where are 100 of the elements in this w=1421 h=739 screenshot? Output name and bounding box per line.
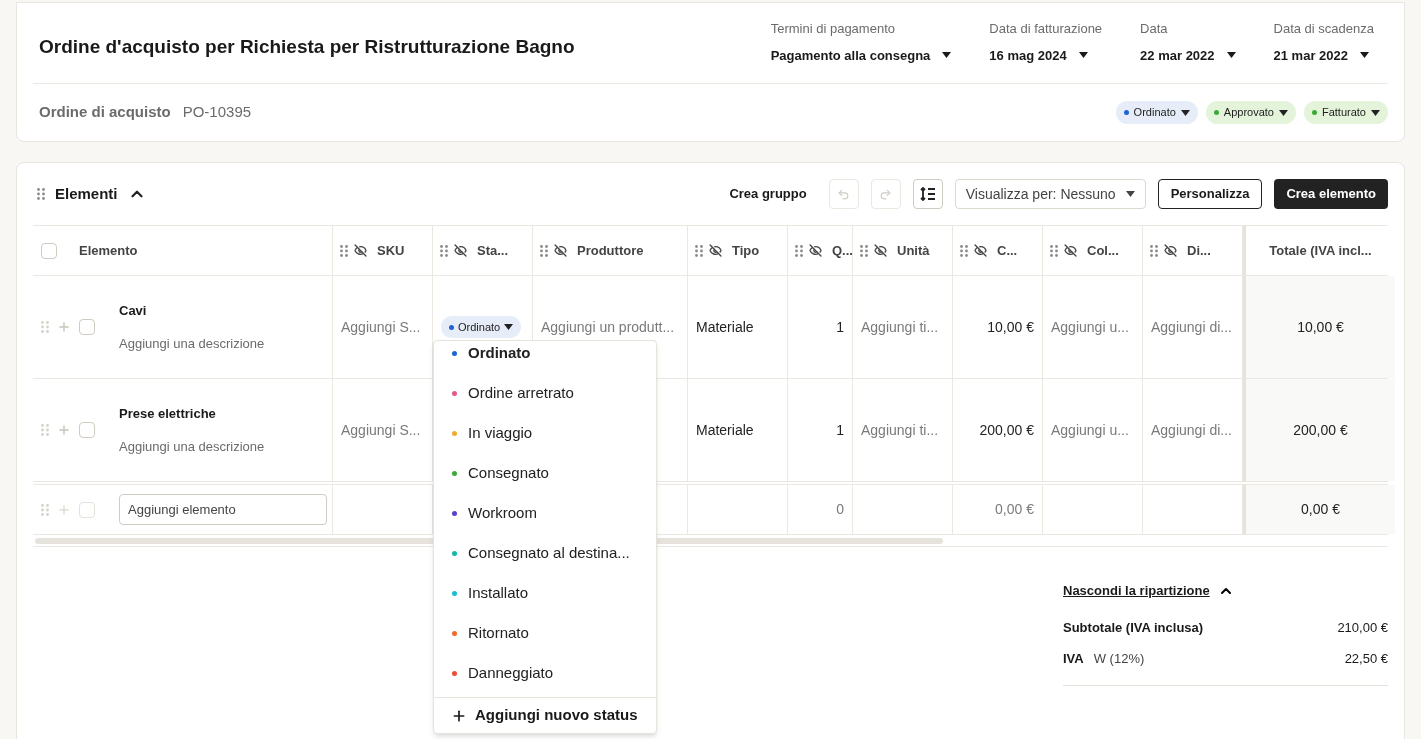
table-cell-text: 0 <box>836 500 844 519</box>
field-label: Termini di pagamento <box>770 20 896 38</box>
redo-icon <box>879 187 893 201</box>
status-badge[interactable]: Ordinato <box>441 316 522 338</box>
status-badge[interactable]: Fatturato <box>1303 101 1388 124</box>
item-name: Cavi <box>119 302 148 320</box>
status-option[interactable]: Danneggiato <box>434 653 656 693</box>
drag-handle-icon[interactable] <box>41 424 49 436</box>
drag-handle-icon[interactable] <box>440 244 448 257</box>
caret-icon <box>1125 191 1135 197</box>
drag-handle-icon[interactable] <box>695 244 703 257</box>
table-cell-text: 200,00 € <box>1293 420 1348 440</box>
status-option[interactable]: Consegnato <box>434 453 656 493</box>
status-option[interactable]: Ordine arretrato <box>434 373 656 413</box>
checkbox[interactable] <box>79 422 95 438</box>
status-option[interactable]: Workroom <box>434 493 656 533</box>
caret-icon <box>1278 109 1288 116</box>
field-dropdown[interactable]: Pagamento alla consegna <box>770 45 952 65</box>
drag-handle-icon[interactable] <box>960 244 968 257</box>
drag-handle-icon[interactable] <box>860 244 868 257</box>
status-option[interactable]: Consegnato al destina... <box>434 533 656 573</box>
hidden-eye-icon[interactable] <box>354 244 367 257</box>
caret-icon <box>1226 52 1236 59</box>
create-item-button[interactable]: Crea elemento <box>1274 179 1388 209</box>
hidden-eye-icon[interactable] <box>809 244 822 257</box>
item-description[interactable]: Aggiungi una descrizione <box>119 436 265 456</box>
table-cell-text: 0,00 € <box>995 500 1034 519</box>
order-number: PO-10395 <box>182 102 252 123</box>
row-height-button[interactable] <box>912 179 943 209</box>
hidden-eye-icon[interactable] <box>1064 244 1077 257</box>
table-cell-text: Aggiungi S... <box>341 317 421 337</box>
table-cell-text: Aggiungi u... <box>1051 317 1129 337</box>
column-header[interactable]: SKU <box>377 240 405 261</box>
caret-icon <box>942 52 952 59</box>
status-option[interactable]: Ordinato <box>434 341 656 373</box>
checkbox[interactable] <box>79 319 95 335</box>
drag-handle-icon[interactable] <box>1150 244 1158 257</box>
column-header[interactable]: Totale (IVA incl... <box>1269 240 1372 261</box>
status-option[interactable]: Ritornato <box>434 613 656 653</box>
status-badge[interactable]: Ordinato <box>1115 101 1198 124</box>
drag-handle-icon[interactable] <box>41 503 49 516</box>
hidden-eye-icon[interactable] <box>974 244 987 257</box>
table-cell-text: 1 <box>836 317 844 337</box>
column-header[interactable]: Col... <box>1087 240 1119 261</box>
row-height-icon <box>919 187 936 201</box>
column-header[interactable]: Unità <box>897 240 930 261</box>
hidden-eye-icon[interactable] <box>1164 244 1177 257</box>
status-badge[interactable]: Approvato <box>1205 101 1296 124</box>
column-header[interactable]: Tipo <box>732 240 760 261</box>
summary-label: IVA <box>1063 650 1084 668</box>
column-header[interactable]: Di... <box>1187 240 1211 261</box>
table-cell-text: 1 <box>836 420 844 440</box>
summary-value: 22,50 € <box>1344 650 1388 668</box>
drag-handle-icon[interactable] <box>540 244 548 257</box>
toggle-breakdown-link[interactable]: Nascondi la ripartizione <box>1063 581 1210 601</box>
undo-icon <box>837 187 851 201</box>
table-cell-text: 200,00 € <box>979 420 1034 440</box>
field-dropdown[interactable]: 21 mar 2022 <box>1273 45 1374 65</box>
order-number-label: Ordine di acquisto <box>39 102 171 123</box>
table-cell-text: Materiale <box>696 317 754 337</box>
tax-rate: W (12%) <box>1093 650 1145 668</box>
drag-handle-icon[interactable] <box>37 188 45 200</box>
checkbox[interactable] <box>79 501 95 518</box>
create-group-button[interactable]: Crea gruppo <box>729 184 807 204</box>
caret-icon <box>1371 109 1380 116</box>
drag-handle-icon[interactable] <box>41 321 49 333</box>
customize-button[interactable]: Personalizza <box>1157 179 1263 209</box>
drag-handle-icon[interactable] <box>1050 244 1058 257</box>
field-dropdown[interactable]: 22 mar 2022 <box>1140 45 1236 65</box>
status-option[interactable]: Installato <box>434 573 656 613</box>
field-dropdown[interactable]: 16 mag 2024 <box>989 45 1103 65</box>
hidden-eye-icon[interactable] <box>709 244 722 257</box>
hidden-eye-icon[interactable] <box>554 244 567 257</box>
table-cell-text: 10,00 € <box>987 317 1034 337</box>
table-cell-text: Materiale <box>696 420 754 440</box>
column-header[interactable]: Elemento <box>79 240 138 261</box>
column-header[interactable]: Sta... <box>477 240 509 261</box>
section-title: Elementi <box>55 183 118 204</box>
summary-label: Subtotale (IVA inclusa) <box>1063 618 1204 637</box>
view-by-dropdown[interactable]: Visualizza per: Nessuno <box>954 179 1146 209</box>
summary-value: 210,00 € <box>1337 618 1388 637</box>
add-status-button[interactable]: Aggiungi nuovo status <box>451 704 638 727</box>
caret-icon <box>1360 52 1369 59</box>
caret-icon <box>1180 109 1190 116</box>
table-cell-text: Aggiungi ti... <box>861 317 939 337</box>
item-description[interactable]: Aggiungi una descrizione <box>119 333 265 353</box>
column-header[interactable]: Produttore <box>577 240 644 261</box>
field-label: Data <box>1140 20 1169 38</box>
hidden-eye-icon[interactable] <box>874 244 887 257</box>
column-header[interactable]: Q... <box>832 240 853 261</box>
hidden-eye-icon[interactable] <box>454 244 467 257</box>
status-option[interactable]: In viaggio <box>434 413 656 453</box>
add-item-field[interactable]: Aggiungi elemento <box>119 494 327 525</box>
caret-icon <box>1078 52 1088 59</box>
drag-handle-icon[interactable] <box>340 244 348 257</box>
caret-icon <box>504 324 514 330</box>
column-header[interactable]: C... <box>997 240 1018 261</box>
drag-handle-icon[interactable] <box>795 244 803 257</box>
checkbox[interactable] <box>41 242 57 259</box>
item-name: Prese elettriche <box>119 405 217 423</box>
